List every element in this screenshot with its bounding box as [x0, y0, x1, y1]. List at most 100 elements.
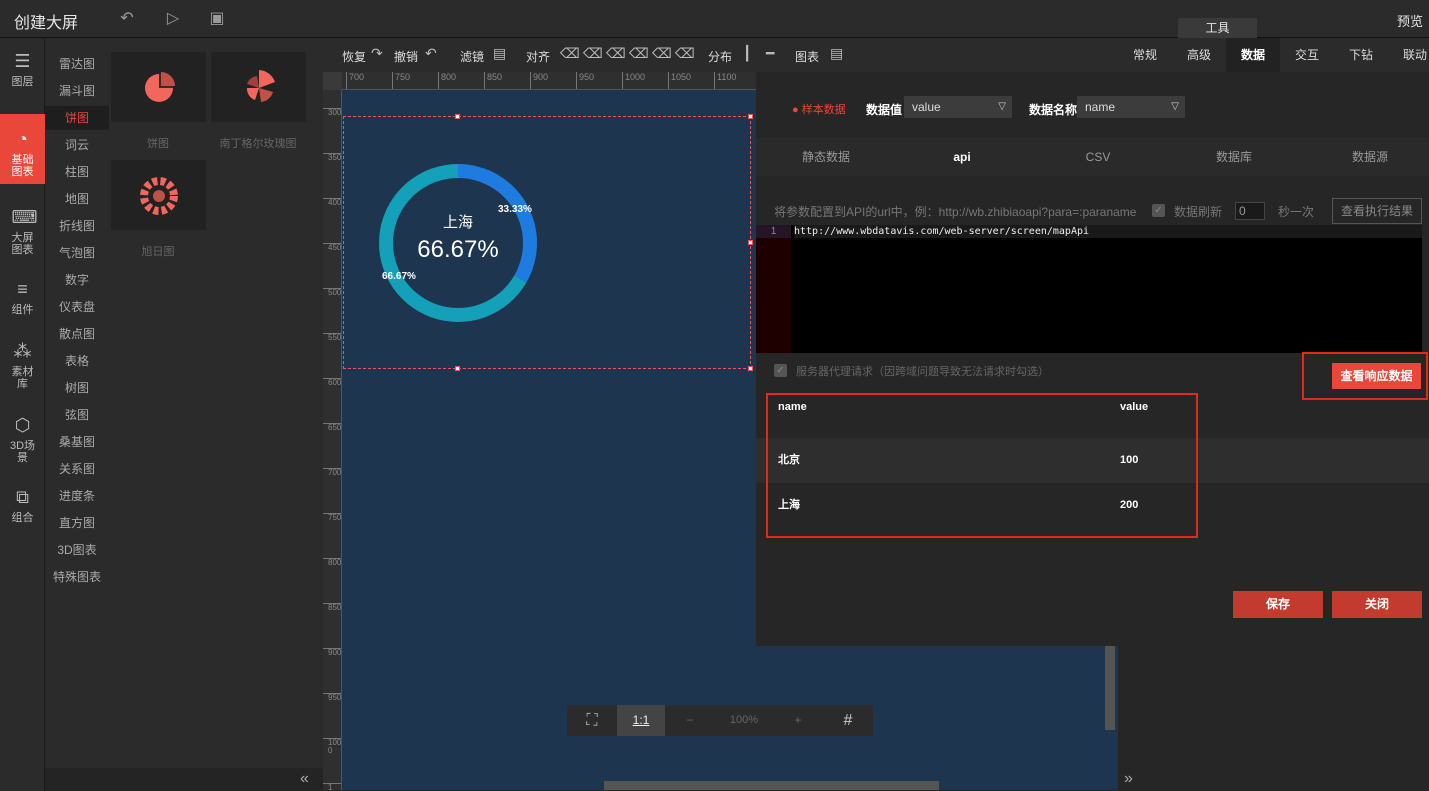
category-item[interactable]: 柱图 — [45, 160, 109, 184]
sliders-icon: ≡ — [17, 279, 28, 299]
nav-item-screen-charts[interactable]: ⌨ 大屏图表 — [0, 206, 45, 256]
proxy-checkbox[interactable]: ✓ — [774, 364, 787, 377]
thumb-sunburst[interactable] — [111, 160, 206, 230]
nav-item-assets[interactable]: ⁂ 素材库 — [0, 340, 45, 390]
right-tab[interactable]: 联动 — [1388, 38, 1429, 72]
play-icon[interactable]: ▷ — [162, 8, 184, 30]
undo-button[interactable]: 撤销 — [394, 48, 418, 65]
category-item[interactable]: 表格 — [45, 349, 109, 373]
tool-tab[interactable]: 工具 — [1178, 18, 1257, 38]
category-item[interactable]: 漏斗图 — [45, 79, 109, 103]
ruler-tick: 500 — [323, 288, 341, 297]
value-select[interactable]: value ▽ — [904, 96, 1012, 118]
right-tab[interactable]: 高级 — [1172, 38, 1226, 72]
distribute-button[interactable]: 分布 — [708, 48, 732, 65]
right-tab[interactable]: 数据 — [1226, 38, 1280, 72]
nav-item-combine[interactable]: ⧉ 组合 — [0, 486, 45, 524]
nav-item-components[interactable]: ≡ 组件 — [0, 278, 45, 316]
chart-button[interactable]: 图表 — [795, 48, 819, 65]
grid-icon[interactable]: # — [823, 705, 873, 736]
save-icon[interactable]: ▣ — [206, 8, 228, 30]
filter-chart-icon[interactable]: ▤ — [493, 45, 506, 62]
resize-handle[interactable] — [455, 114, 460, 119]
align-button[interactable]: 对齐 — [526, 48, 550, 65]
align-top-icon[interactable]: ⌫ — [629, 45, 649, 62]
save-button[interactable]: 保存 — [1233, 591, 1323, 618]
api-code-editor[interactable]: 1 http://www.wbdatavis.com/web-server/sc… — [756, 225, 1422, 353]
zoom-in-button[interactable]: + — [773, 705, 823, 736]
nav-item-layers[interactable]: ☰ 图层 — [0, 50, 45, 88]
resize-handle[interactable] — [748, 114, 753, 119]
source-tab[interactable]: 数据库 — [1166, 138, 1302, 176]
zoom-bar: ⛶ 1:1 − 100% + # — [567, 705, 873, 736]
view-exec-result-button[interactable]: 查看执行结果 — [1332, 198, 1422, 224]
preview-button[interactable]: 预览 — [1397, 11, 1423, 30]
category-item[interactable]: 词云 — [45, 133, 109, 157]
category-item[interactable]: 散点图 — [45, 322, 109, 346]
category-item[interactable]: 折线图 — [45, 214, 109, 238]
source-tab[interactable]: 静态数据 — [758, 138, 894, 176]
align-bottom-icon[interactable]: ⌫ — [675, 45, 695, 62]
resize-handle[interactable] — [455, 366, 460, 371]
thumb-rose[interactable] — [211, 52, 306, 122]
category-item[interactable]: 仪表盘 — [45, 295, 109, 319]
source-tab[interactable]: CSV — [1030, 138, 1166, 176]
filter-button[interactable]: 滤镜 — [460, 48, 484, 65]
align-middle-icon[interactable]: ⌫ — [652, 45, 672, 62]
redo-icon[interactable]: ↷ — [371, 45, 383, 62]
category-item[interactable]: 气泡图 — [45, 241, 109, 265]
align-left-icon[interactable]: ⌫ — [560, 45, 580, 62]
horizontal-scrollbar[interactable] — [604, 781, 939, 790]
close-button[interactable]: 关闭 — [1332, 591, 1422, 618]
left-nav: ☰ 图层 ◔ 基础图表 ⌨ 大屏图表 ≡ 组件 ⁂ 素材库 ⬡ 3D场景 ⧉ 组… — [0, 38, 45, 791]
refresh-checkbox[interactable]: ✓ — [1152, 204, 1165, 217]
category-item[interactable]: 地图 — [45, 187, 109, 211]
align-center-icon[interactable]: ⌫ — [583, 45, 603, 62]
category-item[interactable]: 数字 — [45, 268, 109, 292]
undo-icon[interactable]: ↶ — [425, 45, 437, 62]
right-panel-tabs: 常规 高级 数据 交互 下钻 联动 — [1118, 38, 1429, 72]
right-tab[interactable]: 下钻 — [1334, 38, 1388, 72]
nav-item-basic-charts[interactable]: ◔ 基础图表 — [0, 114, 45, 184]
align-right-icon[interactable]: ⌫ — [606, 45, 626, 62]
chart-settings-icon[interactable]: ▤ — [830, 45, 843, 62]
fullscreen-icon[interactable]: ⛶ — [567, 705, 617, 736]
category-item[interactable]: 直方图 — [45, 511, 109, 535]
api-hint: 将参数配置到API的url中，例：http://wb.zhibiaoapi?pa… — [774, 205, 1137, 219]
ruler-tick: 550 — [323, 333, 341, 342]
zoom-out-button[interactable]: − — [665, 705, 715, 736]
name-select[interactable]: name ▽ — [1077, 96, 1185, 118]
resize-handle[interactable] — [748, 366, 753, 371]
category-item[interactable]: 雷达图 — [45, 52, 109, 76]
source-tab[interactable]: api — [894, 138, 1030, 176]
collapse-left-icon[interactable]: « — [300, 770, 309, 788]
right-tab[interactable]: 交互 — [1280, 38, 1334, 72]
ruler-tick: 850 — [484, 72, 502, 89]
refresh-unit: 秒一次 — [1278, 205, 1315, 219]
source-tab[interactable]: 数据源 — [1302, 138, 1429, 176]
distribute-h-icon[interactable]: ┃ — [743, 45, 751, 62]
category-item[interactable]: 特殊图表 — [45, 565, 109, 589]
code-line[interactable]: http://www.wbdatavis.com/web-server/scre… — [794, 225, 1422, 238]
right-tab[interactable]: 常规 — [1118, 38, 1172, 72]
nav-label: 3D场景 — [9, 440, 36, 464]
category-item[interactable]: 进度条 — [45, 484, 109, 508]
refresh-interval-input[interactable]: 0 — [1235, 202, 1265, 220]
thumb-pie[interactable] — [111, 52, 206, 122]
category-item[interactable]: 树图 — [45, 376, 109, 400]
category-item[interactable]: 饼图 — [45, 106, 109, 130]
vertical-scrollbar[interactable] — [1105, 645, 1115, 730]
expand-right-icon[interactable]: » — [1124, 770, 1133, 788]
distribute-v-icon[interactable]: ━ — [766, 45, 774, 62]
redo-button[interactable]: 恢复 — [342, 48, 366, 65]
editor-gutter — [756, 225, 791, 353]
category-item[interactable]: 3D图表 — [45, 538, 109, 562]
back-icon[interactable]: ↶ — [116, 8, 138, 30]
resize-handle[interactable] — [748, 240, 753, 245]
nav-item-3d-scene[interactable]: ⬡ 3D场景 — [0, 414, 45, 464]
category-item[interactable]: 关系图 — [45, 457, 109, 481]
selection-box[interactable] — [343, 116, 751, 369]
category-item[interactable]: 桑基图 — [45, 430, 109, 454]
category-item[interactable]: 弦图 — [45, 403, 109, 427]
fit-1-1-button[interactable]: 1:1 — [617, 705, 665, 736]
